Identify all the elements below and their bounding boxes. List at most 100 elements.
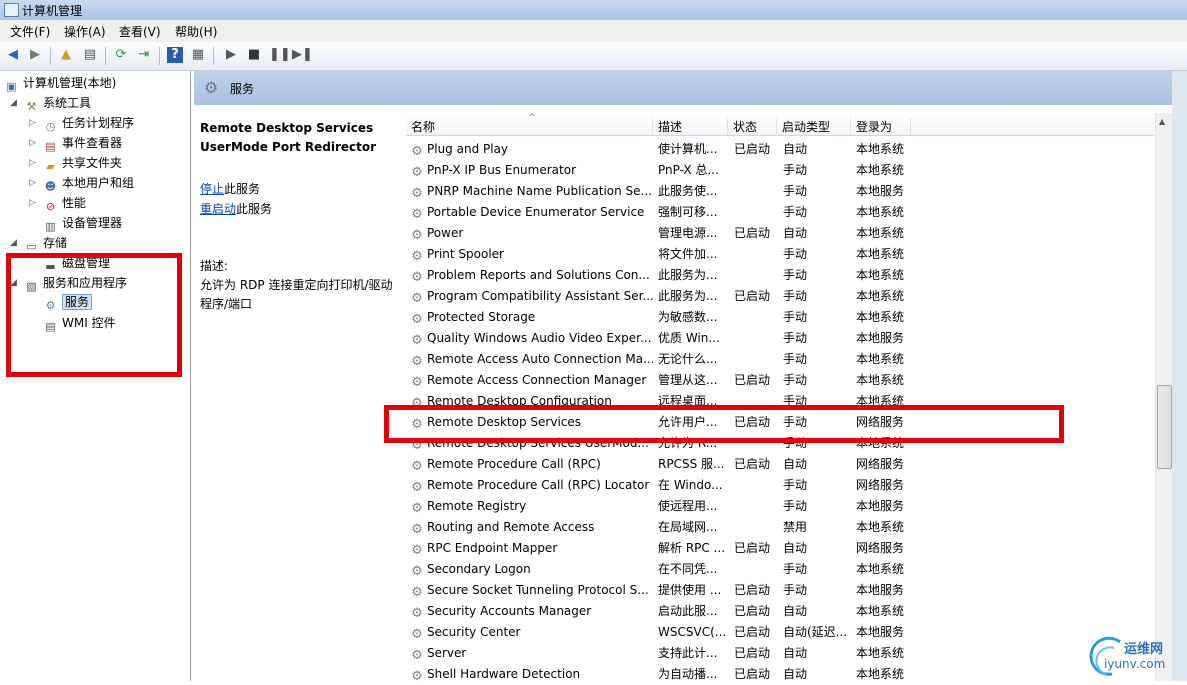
tree-disk-management[interactable]: ▬ 磁盘管理 (43, 254, 110, 273)
tree-local-users[interactable]: ▷ ☻ 本地用户和组 (29, 174, 134, 193)
table-row[interactable]: ⚙ Program Compatibility Assistant Ser... 此… (406, 286, 1154, 307)
table-row[interactable]: ⚙ Plug and Play 使计算机... 已启动 自动 本地系统 (406, 139, 1154, 160)
stop-service-icon[interactable]: ■ (246, 47, 262, 63)
tree-services[interactable]: ⚙ 服务 (43, 293, 93, 312)
cell-text: 已启动 (734, 625, 771, 639)
table-row[interactable]: ⚙ PNRP Machine Name Publication Se... 此服务使… (406, 181, 1154, 202)
start-service-icon[interactable]: ▶ (223, 47, 239, 63)
cell-name: ⚙ PNRP Machine Name Publication Se... (410, 181, 653, 202)
collapse-arrow-icon[interactable]: ▷ (29, 174, 36, 192)
menu-file[interactable]: 文件(F) (10, 23, 50, 40)
forward-arrow-icon[interactable]: ▶ (27, 47, 43, 63)
table-row[interactable]: ⚙ RPC Endpoint Mapper 解析 RPC ... 已启动 自动 网络服务 (406, 538, 1154, 559)
properties-icon[interactable]: ▦ (190, 47, 206, 63)
cell-text: 自动 (783, 226, 808, 240)
service-gear-icon: ⚙ (411, 585, 423, 600)
cell-text: 此服务为... (658, 268, 718, 282)
disk-icon: ▬ (45, 260, 56, 273)
table-row[interactable]: ⚙ Secondary Logon 在不同凭... 手动 本地系统 (406, 559, 1154, 580)
table-row[interactable]: ⚙ Remote Access Auto Connection Ma... 无论什么… (406, 349, 1154, 370)
cell-text: 网络服务 (856, 415, 905, 429)
expand-arrow-icon[interactable]: ◢ (10, 94, 17, 112)
cell-status: 已启动 (734, 601, 778, 622)
cell-text: 已启动 (734, 142, 771, 156)
menu-view[interactable]: 查看(V) (119, 23, 161, 40)
table-row[interactable]: ⚙ Remote Access Connection Manager 管理从这...… (406, 370, 1154, 391)
cell-name: ⚙ Remote Desktop Services UserMod... (410, 433, 653, 454)
table-row[interactable]: ⚙ Remote Desktop Services UserMod... 允许为 R… (406, 433, 1154, 454)
service-gear-icon: ⚙ (411, 417, 423, 432)
column-startup-type[interactable]: 启动类型 (777, 118, 851, 135)
table-row[interactable]: ⚙ Print Spooler 将文件加... 手动 本地系统 (406, 244, 1154, 265)
table-row[interactable]: ⚙ Quality Windows Audio Video Exper... 优质 … (406, 328, 1154, 349)
table-row[interactable]: ⚙ Shell Hardware Detection 为自动播... 已启动 自动 本地系… (406, 664, 1154, 685)
pause-service-icon[interactable]: ❚❚ (269, 47, 291, 63)
collapse-arrow-icon[interactable]: ▷ (29, 154, 36, 172)
tree-event-viewer[interactable]: ▷ ▤ 事件查看器 (29, 134, 122, 153)
tree-wmi-control[interactable]: ▤ WMI 控件 (43, 314, 115, 333)
menu-action[interactable]: 操作(A) (64, 23, 106, 40)
cell-text: 在局域网... (658, 520, 718, 534)
table-row[interactable]: ⚙ Problem Reports and Solutions Con... 此服务… (406, 265, 1154, 286)
expand-arrow-icon[interactable]: ◢ (10, 234, 17, 252)
column-status[interactable]: 状态 (728, 118, 777, 135)
cell-logon: 本地服务 (856, 580, 916, 601)
stop-service-link[interactable]: 停止 (200, 182, 224, 196)
cell-status: 已启动 (734, 580, 778, 601)
restart-service-icon[interactable]: ▶❚ (292, 47, 313, 63)
service-gear-icon: ⚙ (411, 354, 423, 369)
table-row[interactable]: ⚙ Portable Device Enumerator Service 强制可移.… (406, 202, 1154, 223)
table-row[interactable]: ⚙ Routing and Remote Access 在局域网... 禁用 本地系统 (406, 517, 1154, 538)
export-list-icon[interactable]: ⇥ (136, 47, 152, 63)
tree-services-apps[interactable]: ◢ ▧ 服务和应用程序 (10, 274, 127, 293)
table-row[interactable]: ⚙ Remote Desktop Configuration 远程桌面... 手动 本地… (406, 391, 1154, 412)
restart-service-link[interactable]: 重启动 (200, 202, 236, 216)
tree-root[interactable]: ▣ 计算机管理(本地) (4, 74, 116, 93)
column-description[interactable]: 描述 (653, 118, 728, 135)
vertical-scrollbar[interactable]: ▲ (1155, 113, 1172, 681)
table-row[interactable]: ⚙ Server 支持此计... 已启动 自动 本地系统 (406, 643, 1154, 664)
column-logon-as[interactable]: 登录为 (851, 118, 911, 135)
menu-help[interactable]: 帮助(H) (175, 23, 217, 40)
tree-storage[interactable]: ◢ ▭ 存储 (10, 234, 67, 253)
collapse-arrow-icon[interactable]: ▷ (29, 114, 36, 132)
clock-icon: ◷ (45, 120, 56, 133)
stop-service: 停止此服务 (200, 182, 261, 196)
table-row[interactable]: ⚙ Secure Socket Tunneling Protocol S... 提供… (406, 580, 1154, 601)
tree-device-manager[interactable]: ▥ 设备管理器 (43, 214, 122, 233)
cell-text: 自动 (783, 646, 808, 660)
cell-text: 手动 (783, 310, 808, 324)
show-tree-icon[interactable]: ▤ (82, 47, 98, 63)
sort-caret-icon: ^ (528, 113, 536, 123)
table-row[interactable]: ⚙ Security Accounts Manager 启动此服... 已启动 自动 本地… (406, 601, 1154, 622)
table-row[interactable]: ⚙ Security Center WSCSVC(... 已启动 自动(延迟... 本地服… (406, 622, 1154, 643)
tree-shared-folders[interactable]: ▷ ▰ 共享文件夹 (29, 154, 122, 173)
cell-status: 已启动 (734, 139, 778, 160)
tree-system-tools[interactable]: ◢ ⚒ 系统工具 (10, 94, 91, 113)
table-row[interactable]: ⚙ Remote Registry 使远程用... 手动 本地服务 (406, 496, 1154, 517)
help-icon[interactable]: ? (167, 47, 183, 63)
cell-text: Secondary Logon (427, 562, 531, 576)
toolbar: ◀ ▶ ▲ ▤ ⟳ ⇥ ? ▦ ▶ ■ ❚❚ ▶❚ (0, 42, 1187, 71)
cell-desc: 允许用户... (658, 412, 726, 433)
tree-performance[interactable]: ▷ ⊘ 性能 (29, 194, 86, 213)
up-folder-icon[interactable]: ▲ (58, 47, 74, 63)
expand-arrow-icon[interactable]: ◢ (10, 274, 17, 292)
table-row[interactable]: ⚙ PnP-X IP Bus Enumerator PnP-X 总... 手动 本地系统 (406, 160, 1154, 181)
table-row[interactable]: ⚙ Remote Desktop Services 允许用户... 已启动 手动 网络服务 (406, 412, 1154, 433)
cell-text: 远程桌面... (658, 394, 718, 408)
scroll-up-icon[interactable]: ▲ (1159, 117, 1165, 126)
collapse-arrow-icon[interactable]: ▷ (29, 134, 36, 152)
back-arrow-icon[interactable]: ◀ (5, 47, 21, 63)
cell-text: 本地系统 (856, 268, 905, 282)
table-row[interactable]: ⚙ Power 管理电源... 已启动 自动 本地系统 (406, 223, 1154, 244)
collapse-arrow-icon[interactable]: ▷ (29, 194, 36, 212)
table-row[interactable]: ⚙ Protected Storage 为敏感数... 手动 本地系统 (406, 307, 1154, 328)
table-row[interactable]: ⚙ Remote Procedure Call (RPC) RPCSS 服... 已启… (406, 454, 1154, 475)
cell-desc: 强制可移... (658, 202, 726, 223)
tree-task-scheduler[interactable]: ▷ ◷ 任务计划程序 (29, 114, 134, 133)
table-row[interactable]: ⚙ Remote Procedure Call (RPC) Locator 在 Wi… (406, 475, 1154, 496)
scroll-thumb[interactable] (1157, 385, 1172, 469)
refresh-icon[interactable]: ⟳ (113, 47, 129, 63)
cell-startup: 自动 (783, 223, 849, 244)
